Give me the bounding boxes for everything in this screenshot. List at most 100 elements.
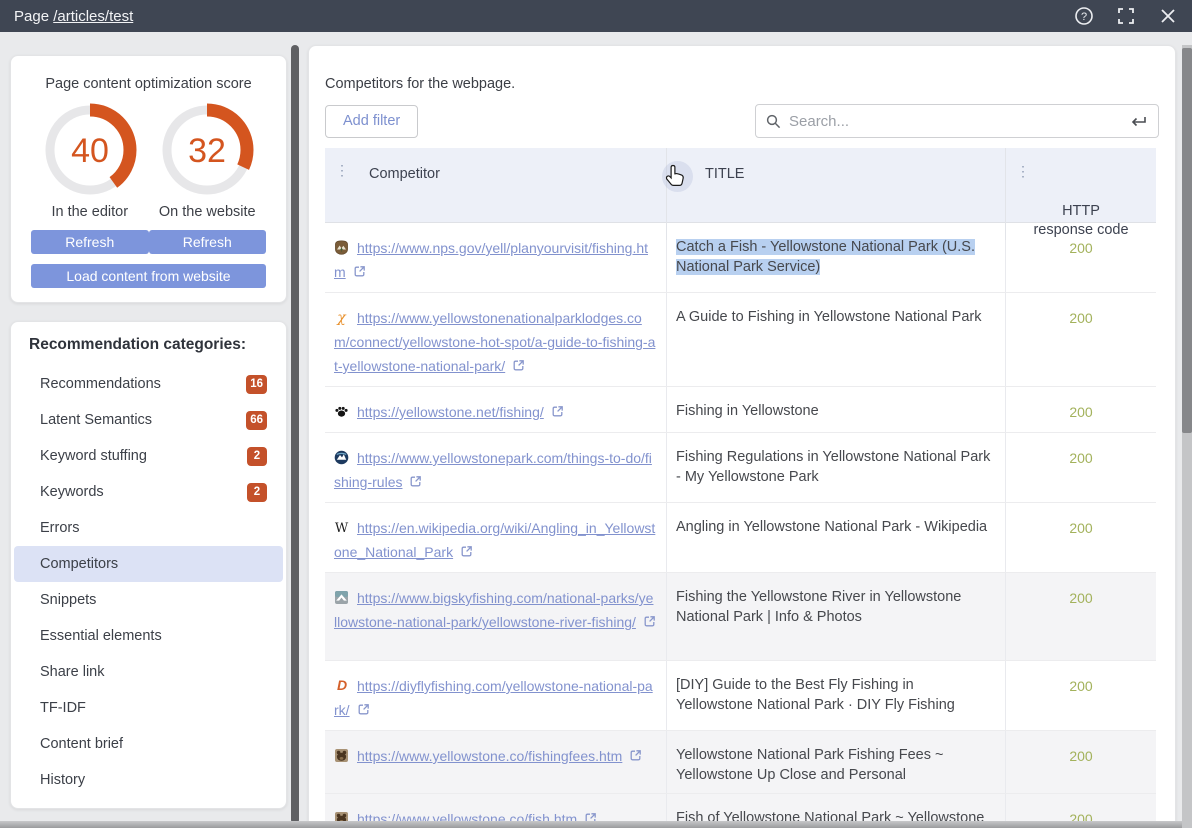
svg-text:D: D [337,678,347,693]
table-row: https://www.bigskyfishing.com/national-p… [325,573,1156,661]
search-box[interactable] [755,104,1159,138]
column-header-title[interactable]: TITLE [667,148,1006,240]
chi-letter-icon: χ [334,310,349,325]
search-input[interactable] [789,113,1130,130]
competitors-table: ⋮ Competitor TITLE ⋮ HTTP response code … [325,148,1156,828]
external-link-icon[interactable] [629,749,642,762]
title-cell: A Guide to Fishing in Yellowstone Nation… [667,293,1006,386]
title-cell: Fishing Regulations in Yellowstone Natio… [667,433,1006,502]
sidebar-item-tf-idf[interactable]: TF-IDF [14,690,283,726]
external-link-icon[interactable] [409,475,422,488]
title-cell: Fishing the Yellowstone River in Yellows… [667,573,1006,660]
gauge-label: On the website [159,204,256,220]
competitor-url-link[interactable]: https://www.nps.gov/yell/planyourvisit/f… [334,240,648,280]
sidebar-item-latent-semantics[interactable]: Latent Semantics 66 [14,402,283,438]
column-menu-icon[interactable]: ⋮ [1016,162,1030,181]
sidebar-item-history[interactable]: History [14,762,283,798]
competitor-cell: Dhttps://diyflyfishing.com/yellowstone-n… [325,661,667,730]
sidebar-item-errors[interactable]: Errors [14,510,283,546]
sidebar-item-share-link[interactable]: Share link [14,654,283,690]
panel-description: Competitors for the webpage. [325,76,1175,92]
http-code-value: 200 [1006,293,1156,386]
sidebar-item-label: TF-IDF [40,700,86,716]
competitor-url-link[interactable]: https://diyflyfishing.com/yellowstone-na… [334,678,653,718]
http-code-value: 200 [1006,573,1156,660]
competitor-url-link[interactable]: https://en.wikipedia.org/wiki/Angling_in… [334,520,655,560]
external-link-icon[interactable] [512,359,525,372]
refresh-button[interactable]: Refresh [149,230,267,254]
table-row: Whttps://en.wikipedia.org/wiki/Angling_i… [325,503,1156,573]
table-row: https://www.yellowstonepark.com/things-t… [325,433,1156,503]
refresh-button[interactable]: Refresh [31,230,149,254]
sidebar-item-competitors[interactable]: Competitors [14,546,283,582]
external-link-icon[interactable] [357,703,370,716]
sidebar-item-snippets[interactable]: Snippets [14,582,283,618]
competitor-url-link[interactable]: https://www.yellowstonepark.com/things-t… [334,450,652,490]
page-scrollbar-track[interactable] [1182,45,1192,828]
http-code-value: 200 [1006,503,1156,572]
gauge-ring: 40 [42,102,138,198]
page-title-text: Fishing in Yellowstone [676,403,819,419]
sidebar-scrollbar[interactable] [291,45,299,824]
search-icon [766,114,781,129]
sidebar-item-label: History [40,772,85,788]
column-header-http[interactable]: ⋮ HTTP response code [1006,148,1156,240]
svg-text:W: W [335,521,349,535]
competitor-url-link[interactable]: https://www.bigskyfishing.com/national-p… [334,590,653,630]
competitor-url-link[interactable]: https://www.yellowstone.co/fishingfees.h… [357,748,622,764]
mountain-photo-icon [334,590,349,605]
title-cell: Fishing in Yellowstone [667,387,1006,432]
count-badge: 66 [246,411,267,430]
sidebar-item-content-brief[interactable]: Content brief [14,726,283,762]
http-code-value: 200 [1006,661,1156,730]
topbar: Page /articles/test ? [0,0,1192,32]
gauge-ring: 32 [159,102,255,198]
page-scrollbar-thumb[interactable] [1182,48,1192,433]
close-icon[interactable] [1158,6,1178,26]
page-path-link[interactable]: /articles/test [53,8,133,25]
competitor-url-link[interactable]: https://yellowstone.net/fishing/ [357,404,544,420]
sidebar-item-label: Errors [40,520,79,536]
sidebar-item-keywords[interactable]: Keywords2 [14,474,283,510]
external-link-icon[interactable] [643,615,656,628]
competitor-cell: χhttps://www.yellowstonenationalparklodg… [325,293,667,386]
sidebar-item-essential-elements[interactable]: Essential elements [14,618,283,654]
http-code-value: 200 [1006,731,1156,793]
page-title-text: Catch a Fish - Yellowstone National Park… [676,239,975,275]
sidebar-item-label: Share link [40,664,104,680]
sidebar-item-label: Competitors [40,556,118,572]
count-badge: 16 [246,375,267,394]
shield-mountain-icon [334,450,349,465]
title-cell: Angling in Yellowstone National Park - W… [667,503,1006,572]
column-header-label: HTTP response code [1033,203,1128,238]
sidebar-item-keyword-stuffing[interactable]: Keyword stuffing2 [14,438,283,474]
help-icon[interactable]: ? [1074,6,1094,26]
table-header-row: ⋮ Competitor TITLE ⋮ HTTP response code [325,148,1156,223]
bear-icon [334,748,349,763]
sidebar-item-label: Snippets [40,592,96,608]
external-link-icon[interactable] [460,545,473,558]
svg-text:?: ? [1081,11,1087,23]
external-link-icon[interactable] [551,405,564,418]
gauge-value: 40 [71,132,109,170]
svg-text:χ: χ [336,310,347,325]
sidebar-item-label: Latent Semantics [40,412,152,428]
wikipedia-w-icon: W [334,520,349,535]
sidebar: Page content optimization score 40In the… [10,55,287,809]
external-link-icon[interactable] [353,265,366,278]
score-gauge-editor: 40In the editorRefresh [31,102,149,254]
competitor-url-link[interactable]: https://www.yellowstonenationalparklodge… [334,310,655,374]
competitor-cell: https://yellowstone.net/fishing/ [325,387,667,432]
add-filter-button[interactable]: Add filter [325,105,418,138]
sidebar-item-label: Keyword stuffing [40,448,147,464]
fullscreen-icon[interactable] [1116,6,1136,26]
load-content-button[interactable]: Load content from website [31,264,266,288]
column-header-competitor[interactable]: ⋮ Competitor [325,148,667,240]
column-menu-icon[interactable]: ⋮ [335,162,349,179]
paw-icon [334,404,349,419]
page-title-text: [DIY] Guide to the Best Fly Fishing in Y… [676,677,955,713]
score-gauge-website: 32 On the website Refresh [149,102,267,254]
sidebar-item-recommendations[interactable]: Recommendations16 [14,366,283,402]
table-row: Dhttps://diyflyfishing.com/yellowstone-n… [325,661,1156,731]
nps-arrowhead-icon [334,240,349,255]
